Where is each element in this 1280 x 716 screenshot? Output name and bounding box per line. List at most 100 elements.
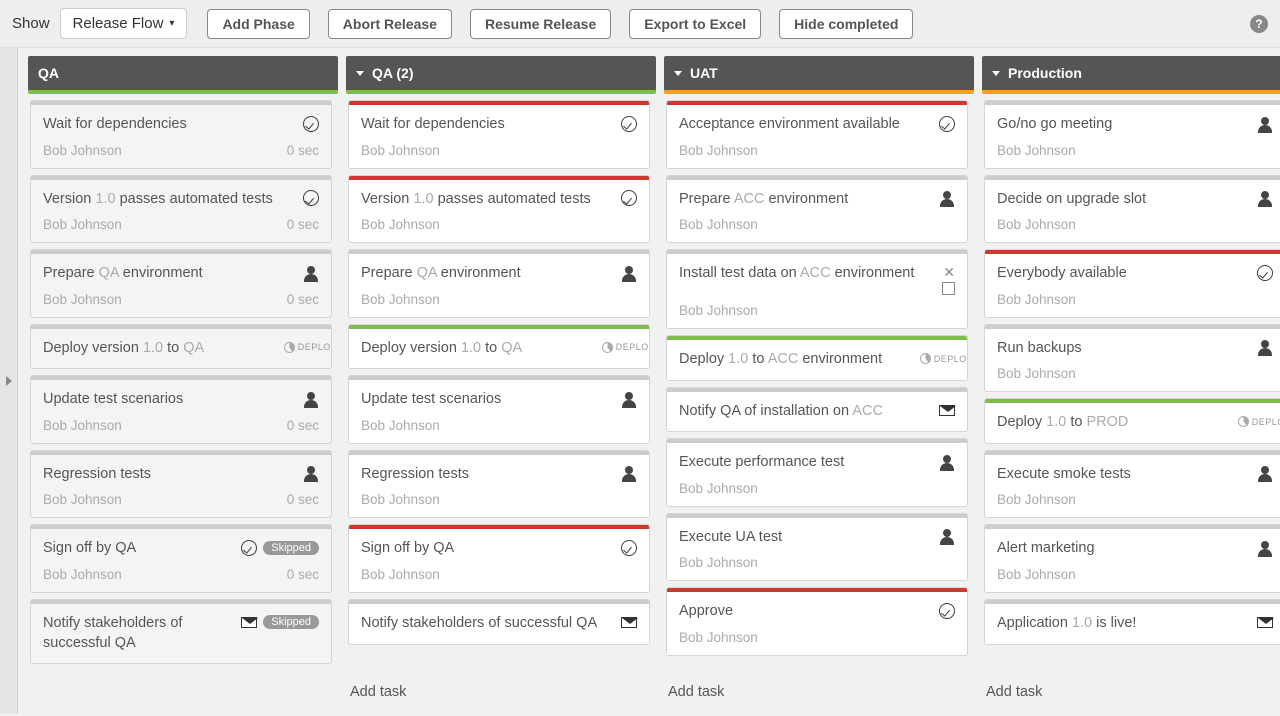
task-status-area [938, 190, 955, 207]
task-status-area [938, 602, 955, 619]
task-title: Sign off by QA [361, 539, 612, 559]
task-card[interactable]: Execute UA testBob Johnson [666, 513, 968, 582]
task-title: Approve [679, 602, 930, 622]
task-assignee: Bob Johnson [43, 567, 122, 582]
task-card[interactable]: Deploy version 1.0 to QADEPLOY [30, 324, 332, 370]
task-assignee: Bob Johnson [997, 492, 1076, 507]
task-title: Install test data on ACC environment [679, 264, 935, 284]
mail-icon [620, 614, 637, 631]
task-status-area [1256, 339, 1273, 356]
task-card[interactable]: Regression testsBob Johnson [348, 450, 650, 519]
task-card[interactable]: Application 1.0 is live! [984, 599, 1280, 645]
task-card[interactable]: Decide on upgrade slotBob Johnson [984, 175, 1280, 244]
task-title: Deploy 1.0 to ACC environment [679, 350, 930, 370]
close-icon[interactable]: ✕ [943, 264, 955, 281]
sidebar-toggle[interactable] [0, 48, 18, 714]
task-status-area [938, 453, 955, 470]
task-card[interactable]: Wait for dependencies Bob Johnson [348, 100, 650, 169]
task-card[interactable]: Regression testsBob Johnson0 sec [30, 450, 332, 519]
task-card[interactable]: Approve Bob Johnson [666, 587, 968, 656]
task-title: Alert marketing [997, 539, 1248, 559]
task-card[interactable]: Go/no go meetingBob Johnson [984, 100, 1280, 169]
task-card[interactable]: Sign off by QABob Johnson [348, 524, 650, 593]
task-card[interactable]: Prepare QA environmentBob Johnson [348, 249, 650, 318]
mail-icon [938, 402, 955, 419]
task-title: Notify QA of installation on ACC [679, 402, 930, 422]
task-card[interactable]: Update test scenariosBob Johnson [348, 375, 650, 444]
person-icon [1256, 465, 1273, 482]
resume-release-button[interactable]: Resume Release [470, 9, 611, 39]
task-status-area [938, 402, 955, 419]
task-card[interactable]: Notify stakeholders of successful QASkip… [30, 599, 332, 664]
add-task-link[interactable]: Add task [982, 676, 1280, 704]
copy-icon[interactable] [944, 284, 955, 295]
deploy-icon: DEPLOY [1256, 413, 1273, 430]
task-card[interactable]: Install test data on ACC environment✕Bob… [666, 249, 968, 329]
task-status-area [302, 264, 319, 281]
view-dropdown[interactable]: Release Flow ▾ [60, 8, 188, 39]
task-assignee: Bob Johnson [997, 366, 1076, 381]
mail-icon [240, 614, 257, 631]
help-icon[interactable]: ? [1250, 15, 1268, 33]
task-card[interactable]: Execute performance testBob Johnson [666, 438, 968, 507]
task-card[interactable]: Alert marketing Bob Johnson [984, 524, 1280, 593]
task-status-area [620, 614, 637, 631]
task-title: Prepare ACC environment [679, 190, 930, 210]
task-assignee: Bob Johnson [43, 418, 122, 433]
task-card[interactable]: Acceptance environment availableBob John… [666, 100, 968, 169]
phase-column: ProductionGo/no go meetingBob JohnsonDec… [982, 56, 1280, 704]
task-card[interactable]: Notify QA of installation on ACC [666, 387, 968, 433]
phase-column: QAWait for dependenciesBob Johnson0 secV… [28, 56, 338, 704]
task-card[interactable]: Version 1.0 passes automated testsBob Jo… [30, 175, 332, 244]
check-circle-icon [620, 115, 637, 132]
person-icon [938, 190, 955, 207]
view-dropdown-label: Release Flow [73, 15, 164, 32]
task-assignee: Bob Johnson [679, 630, 758, 645]
task-card[interactable]: Deploy version 1.0 to QADEPLOY [348, 324, 650, 370]
task-status-area [302, 390, 319, 407]
export-excel-button[interactable]: Export to Excel [629, 9, 761, 39]
task-title: Regression tests [43, 465, 294, 485]
task-card[interactable]: Execute smoke tests Bob Johnson [984, 450, 1280, 519]
task-title: Wait for dependencies [361, 115, 612, 135]
task-card[interactable]: Wait for dependenciesBob Johnson0 sec [30, 100, 332, 169]
task-title: Update test scenarios [361, 390, 612, 410]
abort-release-button[interactable]: Abort Release [328, 9, 452, 39]
task-assignee: Bob Johnson [43, 217, 122, 232]
phase-title: Production [1008, 65, 1082, 81]
task-card[interactable]: Deploy 1.0 to PRODDEPLOY [984, 398, 1280, 444]
task-title: Wait for dependencies [43, 115, 294, 135]
task-assignee: Bob Johnson [361, 143, 440, 158]
task-status-area [620, 264, 637, 281]
task-card[interactable]: Everybody availableBob Johnson [984, 249, 1280, 318]
task-title: Execute performance test [679, 453, 930, 473]
task-card[interactable]: Deploy 1.0 to ACC environmentDEPLOY [666, 335, 968, 381]
phase-header[interactable]: Production [982, 56, 1280, 90]
add-task-link[interactable]: Add task [346, 676, 656, 704]
task-status-area: DEPLOY [620, 339, 637, 356]
task-card[interactable]: Sign off by QASkippedBob Johnson0 sec [30, 524, 332, 593]
chevron-down-icon [356, 71, 364, 76]
task-title: Decide on upgrade slot [997, 190, 1248, 210]
person-icon [1256, 190, 1273, 207]
task-status-area [620, 115, 637, 132]
phase-header[interactable]: QA (2) [346, 56, 656, 90]
add-phase-button[interactable]: Add Phase [207, 9, 309, 39]
hide-completed-button[interactable]: Hide completed [779, 9, 913, 39]
task-title: Execute smoke tests [997, 465, 1248, 485]
task-card[interactable]: Prepare ACC environmentBob Johnson [666, 175, 968, 244]
task-card[interactable]: Notify stakeholders of successful QA [348, 599, 650, 645]
task-title: Prepare QA environment [43, 264, 294, 284]
person-icon [620, 390, 637, 407]
task-card[interactable]: Run backupsBob Johnson [984, 324, 1280, 393]
release-board: QAWait for dependenciesBob Johnson0 secV… [18, 48, 1280, 714]
phase-title: UAT [690, 65, 718, 81]
task-duration: 0 sec [287, 418, 319, 433]
task-card[interactable]: Prepare QA environmentBob Johnson0 sec [30, 249, 332, 318]
task-card[interactable]: Version 1.0 passes automated testsBob Jo… [348, 175, 650, 244]
task-card[interactable]: Update test scenariosBob Johnson0 sec [30, 375, 332, 444]
add-task-link[interactable]: Add task [664, 676, 974, 704]
task-assignee: Bob Johnson [997, 567, 1076, 582]
phase-header[interactable]: QA [28, 56, 338, 90]
phase-header[interactable]: UAT [664, 56, 974, 90]
